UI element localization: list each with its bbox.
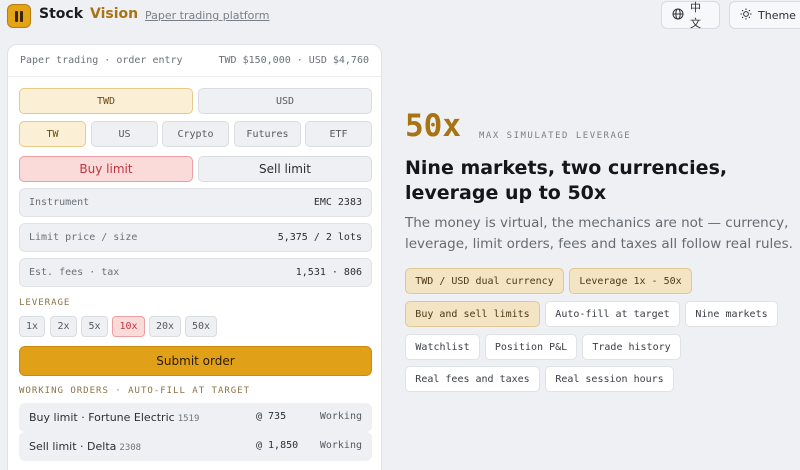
market-us-tab[interactable]: US (91, 121, 158, 147)
max-leverage-figure: 50x (405, 108, 461, 144)
instrument-value: EMC 2383 (313, 197, 362, 208)
market-etf-tab[interactable]: ETF (305, 121, 372, 147)
order-price: @ 1,850 (256, 440, 299, 451)
currency-twd-button[interactable]: TWD (19, 88, 193, 114)
hero-heading-line-1: Nine markets, two currencies, (405, 157, 728, 179)
feature-tag: Position P&L (485, 334, 577, 360)
theme-label: Theme (758, 8, 796, 22)
leverage-1x-button[interactable]: 1x (19, 316, 45, 337)
feature-tag: Watchlist (405, 334, 480, 360)
feature-tag: Buy and sell limits (405, 301, 540, 327)
order-status: Working (319, 440, 362, 451)
order-code: 2308 (119, 443, 142, 453)
sell-limit-button[interactable]: Sell limit (198, 156, 372, 182)
order-price: @ 735 (256, 411, 287, 422)
currency-usd-button[interactable]: USD (198, 88, 372, 114)
market-futures-tab[interactable]: Futures (234, 121, 301, 147)
feature-tag: Trade history (582, 334, 681, 360)
panel-title: Paper trading · order entry (20, 55, 183, 66)
max-leverage-caption: MAX SIMULATED LEVERAGE (479, 131, 632, 141)
tagline-link[interactable]: Paper trading platform (145, 9, 269, 22)
working-order-row[interactable]: Buy limit · Fortune Electric 1519 @ 735 W… (19, 403, 372, 432)
market-crypto-tab[interactable]: Crypto (162, 121, 229, 147)
order-status: Working (319, 411, 362, 422)
leverage-5x-button[interactable]: 5x (81, 316, 108, 337)
hero-heading: Nine markets, two currencies, leverage u… (405, 156, 795, 206)
market-tw-tab[interactable]: TW (19, 121, 86, 147)
order-name: Sell limit · Delta (29, 440, 117, 453)
feature-tag: Real fees and taxes (405, 366, 540, 392)
feature-tag: Auto-fill at target (545, 301, 680, 327)
working-orders-title: WORKING ORDERS · AUTO-FILL AT TARGET (19, 386, 251, 396)
order-code: 1519 (177, 414, 200, 424)
sun-icon (740, 8, 752, 23)
limit-price-size-value: 5,375 / 2 lots (277, 232, 362, 243)
order-name: Buy limit · Fortune Electric (29, 411, 175, 424)
brand-name-primary[interactable]: Stock (39, 6, 83, 22)
language-button[interactable]: 中文 (661, 1, 720, 30)
feature-tag: TWD / USD dual currency (405, 268, 564, 294)
est-fees-tax-field: Est. fees · tax 1,531 · 806 (19, 258, 372, 287)
leverage-50x-button[interactable]: 50x (185, 316, 217, 337)
panel-header: Paper trading · order entry TWD $150,000… (8, 45, 381, 77)
est-fees-tax-value: 1,531 · 806 (295, 267, 362, 278)
hero-description: The money is virtual, the mechanics are … (405, 215, 793, 252)
limit-price-size-label: Limit price / size (29, 232, 138, 243)
language-label: 中文 (690, 1, 701, 30)
leverage-2x-button[interactable]: 2x (50, 316, 77, 337)
limit-price-size-field[interactable]: Limit price / size 5,375 / 2 lots (19, 223, 372, 252)
leverage-section-title: LEVERAGE (19, 298, 71, 308)
top-bar: Stock Vision Paper trading platform 中文 T… (0, 0, 800, 36)
leverage-10x-button[interactable]: 10x (112, 316, 145, 337)
instrument-field[interactable]: Instrument EMC 2383 (19, 188, 372, 217)
app-logo-icon[interactable] (7, 4, 31, 28)
globe-icon (672, 8, 684, 23)
order-entry-panel: Paper trading · order entry TWD $150,000… (7, 44, 382, 470)
feature-tag: Leverage 1x - 50x (569, 268, 692, 294)
theme-button[interactable]: Theme (729, 1, 800, 29)
submit-order-button[interactable]: Submit order (19, 346, 372, 376)
feature-tag: Real session hours (545, 366, 674, 392)
working-order-row[interactable]: Sell limit · Delta 2308 @ 1,850 Working (19, 432, 372, 461)
instrument-label: Instrument (29, 197, 90, 208)
brand-name-secondary[interactable]: Vision (90, 6, 138, 22)
buy-limit-button[interactable]: Buy limit (19, 156, 193, 182)
est-fees-tax-label: Est. fees · tax (29, 267, 120, 278)
leverage-20x-button[interactable]: 20x (149, 316, 181, 337)
hero-heading-line-2: leverage up to 50x (405, 182, 607, 204)
feature-tag: Nine markets (685, 301, 778, 327)
account-balances: TWD $150,000 · USD $4,760 (218, 55, 369, 66)
